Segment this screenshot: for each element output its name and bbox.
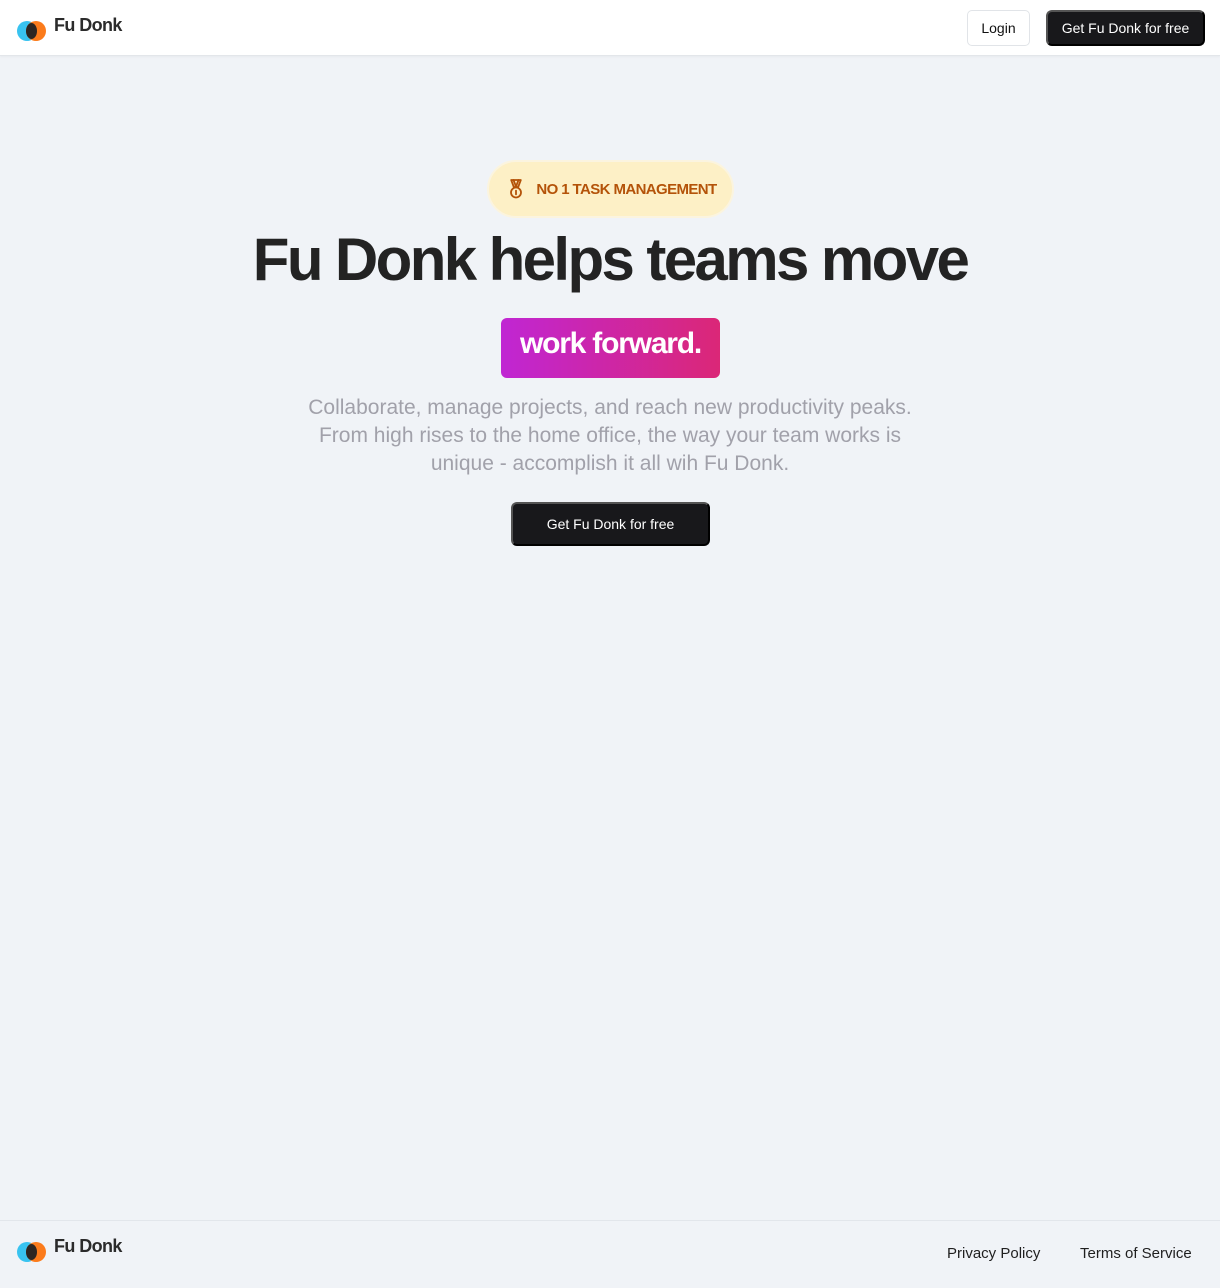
- subtitle-line: unique - accomplish it all wih Fu Donk.: [430, 452, 790, 475]
- terms-of-service-link[interactable]: Terms of Service: [1080, 1245, 1192, 1262]
- brand-logo-link[interactable]: Fu Donk: [17, 13, 122, 41]
- logo-icon: [17, 17, 46, 41]
- logo-icon: [17, 1238, 46, 1262]
- subtitle-line: Collaborate, manage projects, and reach …: [308, 396, 912, 419]
- login-button[interactable]: Login: [967, 10, 1030, 46]
- medal-icon: [510, 179, 523, 199]
- footer-brand-link[interactable]: Fu Donk: [17, 1234, 122, 1262]
- highlight-box: work forward.: [501, 318, 720, 378]
- top-navbar: Fu Donk Login Get Fu Donk for free: [0, 0, 1220, 56]
- hero-headline: Fu Donk helps teams move: [252, 226, 970, 293]
- top-badge: NO 1 TASK MANAGEMENT: [487, 160, 734, 218]
- footer: Fu Donk Privacy Policy Terms of Service: [0, 1220, 1220, 1288]
- privacy-policy-link[interactable]: Privacy Policy: [947, 1245, 1040, 1262]
- footer-brand-name: Fu Donk: [54, 1235, 122, 1256]
- highlight-text: work forward.: [519, 327, 702, 360]
- get-started-hero-button[interactable]: Get Fu Donk for free: [511, 502, 710, 546]
- get-started-header-button[interactable]: Get Fu Donk for free: [1046, 10, 1205, 46]
- badge-label: NO 1 TASK MANAGEMENT: [536, 180, 717, 198]
- subtitle-line: From high rises to the home office, the …: [318, 424, 901, 447]
- brand-name: Fu Donk: [54, 14, 122, 35]
- hero-subtitle: Collaborate, manage projects, and reach …: [260, 394, 960, 478]
